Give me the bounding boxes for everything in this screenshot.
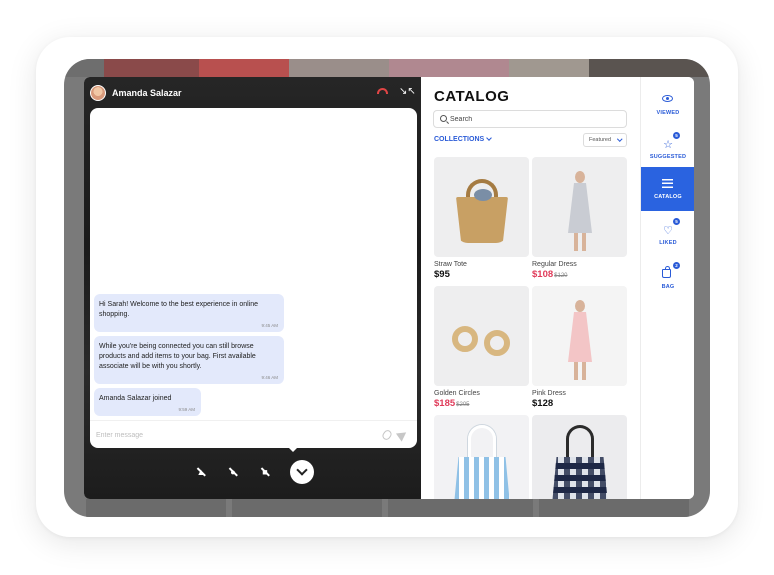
catalog-pane: CATALOG COLLECTIONS Featured [421, 77, 640, 499]
nav-label: SUGGESTED [649, 153, 687, 160]
catalog-title: CATALOG [434, 88, 510, 105]
liked-count-badge: 5 [673, 218, 680, 225]
eye-icon [662, 94, 674, 107]
product-image-regular-dress[interactable] [532, 157, 627, 257]
product-image-golden-circles[interactable] [434, 286, 529, 386]
speaker-mute-icon[interactable]: ▲ [194, 465, 208, 479]
star-icon: ☆ [663, 138, 673, 151]
product-image-striped-tote[interactable] [434, 415, 529, 499]
message-time: 9:45 AM [261, 323, 278, 328]
message-list: Hi Sarah! Welcome to the best experience… [94, 294, 284, 416]
call-header: Amanda Salazar [90, 84, 182, 102]
app-screen: Amanda Salazar ↘↖ Hi Sarah! Welcome to t… [84, 77, 694, 499]
product-name: Straw Tote [434, 261, 467, 268]
suggested-count-badge: 5 [673, 132, 680, 139]
nav-label: CATALOG [654, 193, 682, 200]
product-old-price: $120 [554, 273, 568, 279]
collections-dropdown[interactable]: COLLECTIONS [434, 135, 493, 143]
sort-label: Featured [589, 137, 612, 143]
chat-panel: Hi Sarah! Welcome to the best experience… [90, 108, 417, 448]
chat-pointer [288, 447, 298, 452]
minimize-icon[interactable]: ↘↖ [399, 86, 416, 98]
search-icon [440, 115, 447, 122]
hang-up-icon[interactable] [377, 88, 388, 94]
message-time: 9:46 AM [261, 375, 278, 380]
side-nav: VIEWED ☆ SUGGESTED 5 CATALOG ♡ LIKED 5 B… [640, 77, 694, 499]
caller-name: Amanda Salazar [112, 88, 182, 98]
product-name: Golden Circles [434, 390, 480, 397]
bag-icon [662, 265, 674, 281]
chevron-down-icon [486, 135, 493, 141]
search-input[interactable] [450, 113, 620, 125]
chevron-down-icon [616, 136, 622, 142]
product-name: Regular Dress [532, 261, 577, 268]
product-image-gingham-bag[interactable] [532, 415, 627, 499]
search-box [433, 110, 627, 128]
mic-mute-icon[interactable]: ● [226, 465, 240, 479]
store-background-top [64, 59, 710, 77]
product-image-pink-dress[interactable] [532, 286, 627, 386]
product-grid: Straw Tote $95 Regular Dress $108$120 Go… [434, 157, 628, 499]
collections-label: COLLECTIONS [434, 136, 485, 143]
list-icon [662, 178, 674, 191]
message-time: 9:59 AM [178, 407, 195, 412]
tablet-frame: Amanda Salazar ↘↖ Hi Sarah! Welcome to t… [64, 59, 710, 517]
product-card[interactable] [434, 415, 529, 499]
message-text: While you're being connected you can sti… [99, 343, 256, 370]
message-text: Amanda Salazar joined [99, 395, 172, 402]
attach-icon[interactable] [380, 428, 394, 442]
call-controls: ▲ ● ■ [194, 459, 314, 485]
chat-message: Hi Sarah! Welcome to the best experience… [94, 294, 284, 332]
product-card[interactable]: Straw Tote $95 [434, 157, 529, 280]
collapse-chat-button[interactable] [290, 460, 314, 484]
product-card[interactable]: Pink Dress $128 [532, 286, 627, 409]
camera-off-icon[interactable]: ■ [258, 465, 272, 479]
product-card[interactable]: Golden Circles $185$205 [434, 286, 529, 409]
video-call-pane: Amanda Salazar ↘↖ Hi Sarah! Welcome to t… [84, 77, 421, 499]
product-old-price: $205 [456, 402, 470, 408]
nav-item-bag[interactable]: BAG 2 [641, 257, 694, 301]
product-price: $95 [434, 269, 450, 280]
product-image-straw-tote[interactable] [434, 157, 529, 257]
caller-avatar [90, 85, 106, 101]
product-card[interactable] [532, 415, 627, 499]
send-icon[interactable] [395, 428, 410, 442]
nav-label: LIKED [659, 239, 677, 246]
product-price: $128 [532, 398, 554, 409]
product-price: $108$120 [532, 269, 568, 280]
nav-item-viewed[interactable]: VIEWED [641, 83, 694, 127]
chat-message: While you're being connected you can sti… [94, 336, 284, 384]
chat-message: Amanda Salazar joined 9:59 AM [94, 388, 201, 416]
nav-item-liked[interactable]: ♡ LIKED 5 [641, 213, 694, 257]
nav-label: VIEWED [656, 109, 680, 116]
nav-label: BAG [661, 283, 675, 290]
sort-select[interactable]: Featured [583, 133, 627, 147]
nav-item-suggested[interactable]: ☆ SUGGESTED 5 [641, 127, 694, 171]
store-background-bottom [64, 499, 710, 517]
product-name: Pink Dress [532, 390, 566, 397]
product-card[interactable]: Regular Dress $108$120 [532, 157, 627, 280]
message-composer [90, 420, 417, 448]
message-input[interactable] [96, 428, 366, 442]
product-price: $185$205 [434, 398, 470, 409]
chevron-down-icon [296, 464, 308, 476]
bag-count-badge: 2 [673, 262, 680, 269]
nav-item-catalog[interactable]: CATALOG [641, 167, 694, 211]
heart-icon: ♡ [663, 224, 673, 237]
message-text: Hi Sarah! Welcome to the best experience… [99, 301, 259, 318]
